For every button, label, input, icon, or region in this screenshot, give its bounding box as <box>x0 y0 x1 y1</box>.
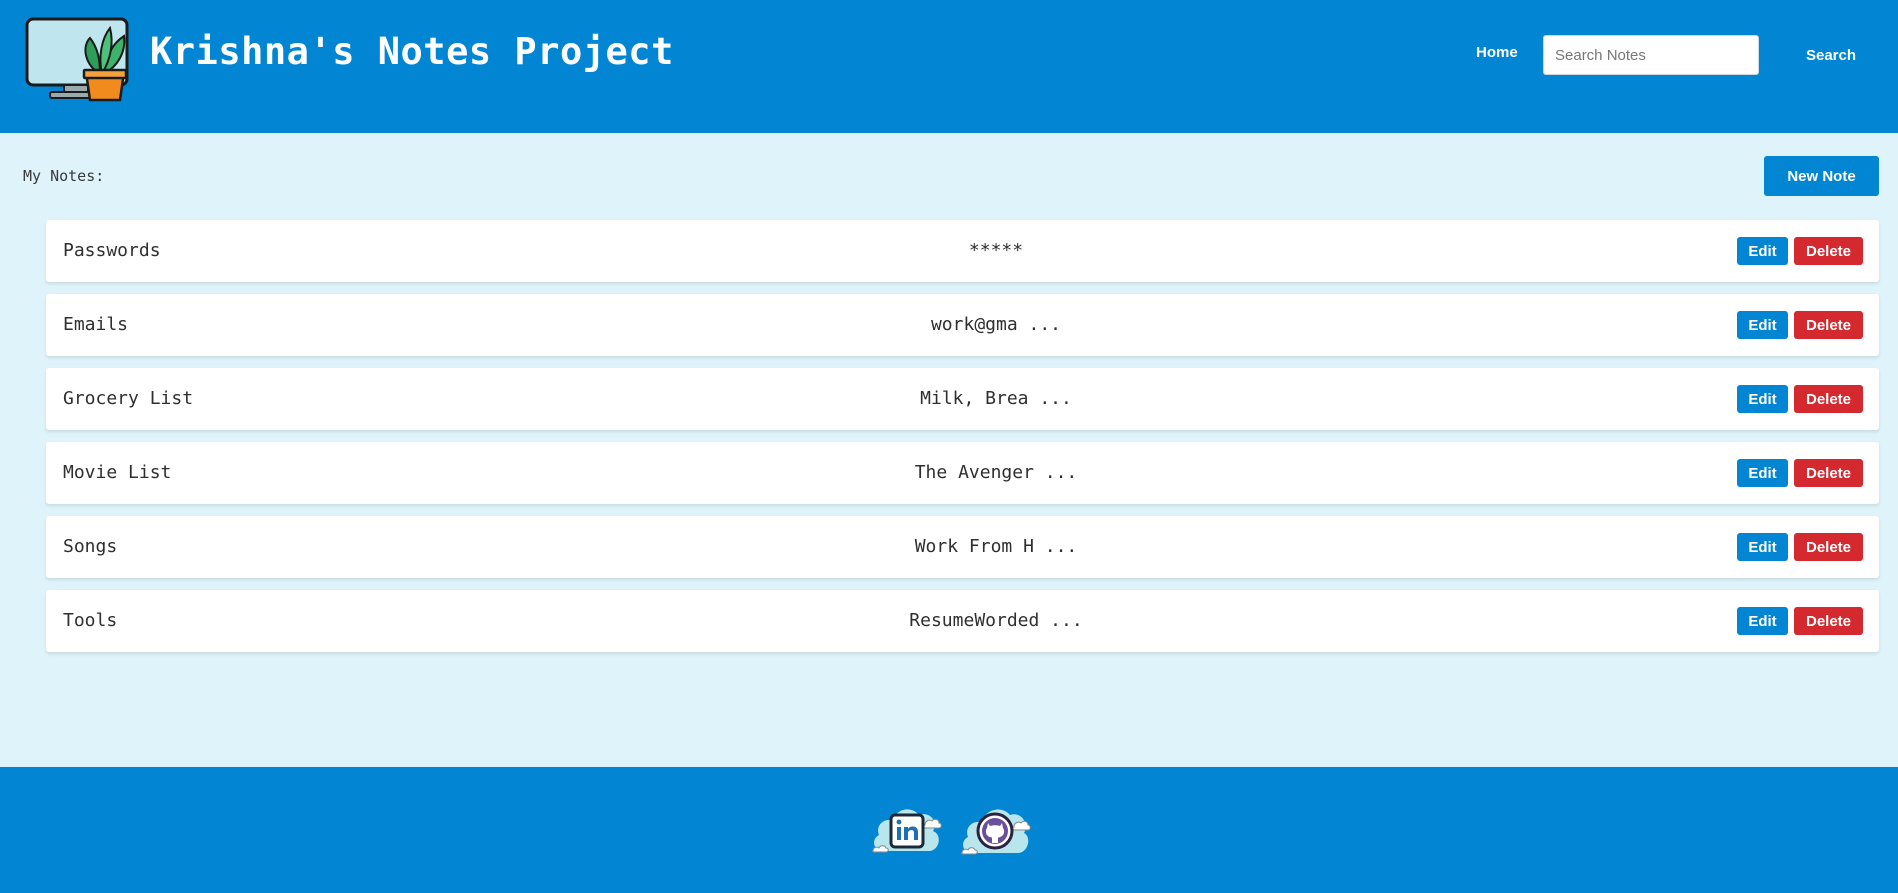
delete-button[interactable]: Delete <box>1794 533 1863 561</box>
delete-button[interactable]: Delete <box>1794 385 1863 413</box>
note-card: Songs Work From H ... Edit Delete <box>46 516 1879 578</box>
monitor-plant-icon <box>25 17 129 102</box>
footer <box>0 767 1898 893</box>
github-cloud-icon <box>960 809 1031 855</box>
note-card: Passwords ***** Edit Delete <box>46 220 1879 282</box>
search-input[interactable] <box>1543 35 1759 75</box>
note-actions: Edit Delete <box>1737 385 1863 413</box>
delete-button[interactable]: Delete <box>1794 237 1863 265</box>
note-preview: work@gma ... <box>930 314 1062 335</box>
note-card: Tools ResumeWorded ... Edit Delete <box>46 590 1879 652</box>
notes-list: Passwords ***** Edit Delete Emails work@… <box>46 220 1879 664</box>
note-title: Grocery List <box>63 388 194 409</box>
note-title: Passwords <box>63 240 161 261</box>
note-preview: Milk, Brea ... <box>920 388 1072 409</box>
note-actions: Edit Delete <box>1737 533 1863 561</box>
note-title: Songs <box>63 536 118 557</box>
note-preview: Work From H ... <box>914 536 1078 557</box>
search-button[interactable]: Search <box>1790 36 1872 74</box>
note-title: Tools <box>63 610 118 631</box>
app-title: Krishna's Notes Project <box>150 30 674 73</box>
note-preview: ResumeWorded ... <box>909 610 1083 631</box>
edit-button[interactable]: Edit <box>1737 311 1788 339</box>
linkedin-link[interactable] <box>869 797 943 861</box>
delete-button[interactable]: Delete <box>1794 311 1863 339</box>
new-note-button[interactable]: New Note <box>1764 156 1879 196</box>
my-notes-label: My Notes: <box>23 167 105 185</box>
note-title: Emails <box>63 314 129 335</box>
note-actions: Edit Delete <box>1737 311 1863 339</box>
note-preview: ***** <box>968 240 1024 261</box>
note-title: Movie List <box>63 462 172 483</box>
note-actions: Edit Delete <box>1737 607 1863 635</box>
app-header: Krishna's Notes Project Home Search <box>0 0 1898 133</box>
nav-home-link[interactable]: Home <box>1476 44 1518 61</box>
delete-button[interactable]: Delete <box>1794 607 1863 635</box>
note-preview: The Avenger ... <box>914 462 1078 483</box>
delete-button[interactable]: Delete <box>1794 459 1863 487</box>
note-actions: Edit Delete <box>1737 459 1863 487</box>
edit-button[interactable]: Edit <box>1737 237 1788 265</box>
note-card: Movie List The Avenger ... Edit Delete <box>46 442 1879 504</box>
edit-button[interactable]: Edit <box>1737 459 1788 487</box>
note-actions: Edit Delete <box>1737 237 1863 265</box>
edit-button[interactable]: Edit <box>1737 385 1788 413</box>
edit-button[interactable]: Edit <box>1737 533 1788 561</box>
note-card: Grocery List Milk, Brea ... Edit Delete <box>46 368 1879 430</box>
edit-button[interactable]: Edit <box>1737 607 1788 635</box>
github-link[interactable] <box>958 797 1032 861</box>
linkedin-cloud-icon <box>871 809 942 853</box>
note-card: Emails work@gma ... Edit Delete <box>46 294 1879 356</box>
